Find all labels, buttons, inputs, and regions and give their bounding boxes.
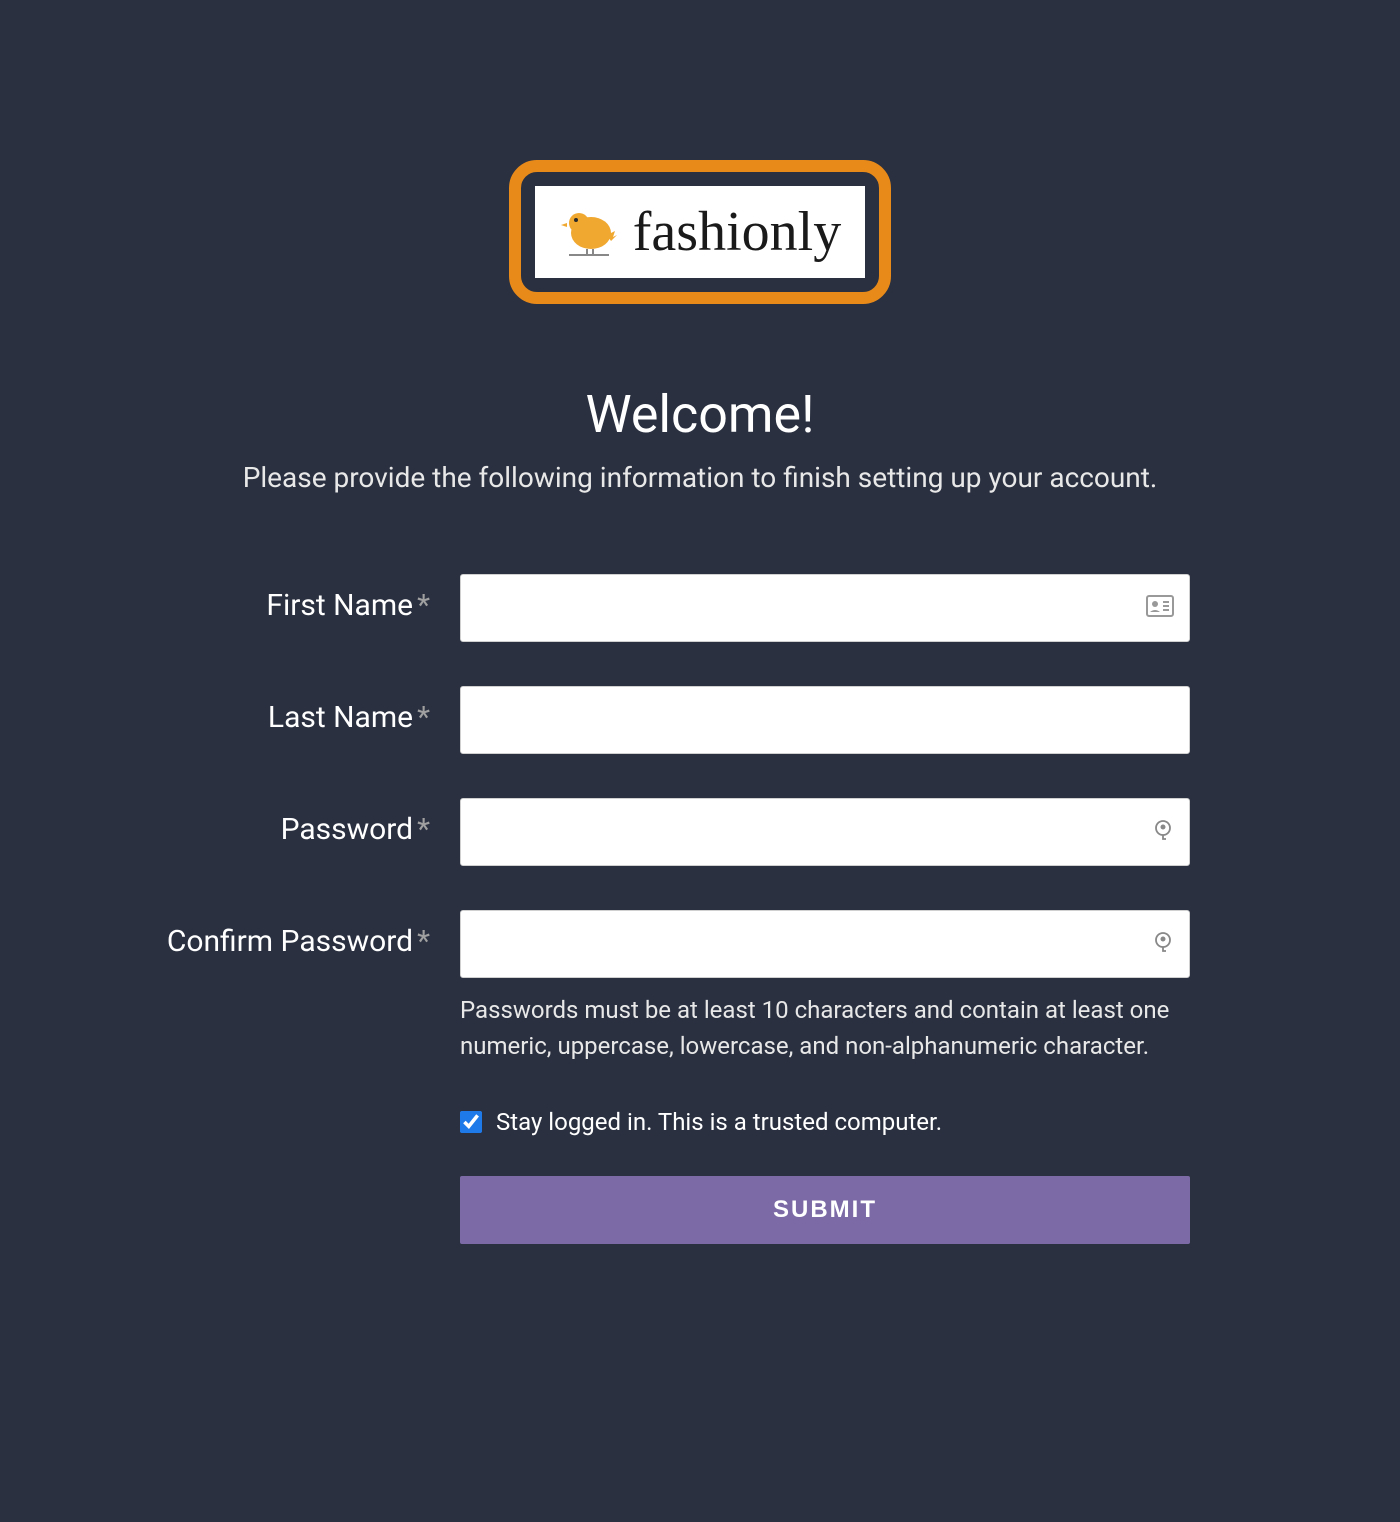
logo-highlight-box: fashionly (509, 160, 891, 304)
stay-logged-in-row: Stay logged in. This is a trusted comput… (460, 1108, 1280, 1136)
logo: fashionly (535, 186, 865, 278)
password-row: Password* (120, 798, 1280, 866)
page-title: Welcome! (120, 384, 1280, 445)
last-name-label: Last Name* (268, 700, 430, 735)
password-input[interactable] (460, 798, 1190, 866)
first-name-row: First Name* (120, 574, 1280, 642)
required-marker: * (417, 812, 430, 847)
signup-container: fashionly Welcome! Please provide the fo… (120, 20, 1280, 1244)
page-subtitle: Please provide the following information… (120, 461, 1280, 494)
required-marker: * (417, 588, 430, 623)
submit-button[interactable]: SUBMIT (460, 1176, 1190, 1244)
first-name-input[interactable] (460, 574, 1190, 642)
stay-logged-in-checkbox[interactable] (460, 1111, 482, 1133)
password-label: Password* (281, 812, 430, 847)
confirm-password-label: Confirm Password* (167, 924, 430, 959)
confirm-password-row: Confirm Password* Passwords must be at l… (120, 910, 1280, 1064)
password-hint: Passwords must be at least 10 characters… (460, 992, 1190, 1064)
last-name-input[interactable] (460, 686, 1190, 754)
first-name-label: First Name* (266, 588, 430, 623)
bird-icon (559, 205, 619, 260)
required-marker: * (417, 700, 430, 735)
stay-logged-in-label: Stay logged in. This is a trusted comput… (496, 1108, 942, 1136)
confirm-password-input[interactable] (460, 910, 1190, 978)
required-marker: * (417, 924, 430, 959)
logo-wrapper: fashionly (120, 160, 1280, 304)
last-name-row: Last Name* (120, 686, 1280, 754)
logo-text: fashionly (633, 200, 841, 264)
